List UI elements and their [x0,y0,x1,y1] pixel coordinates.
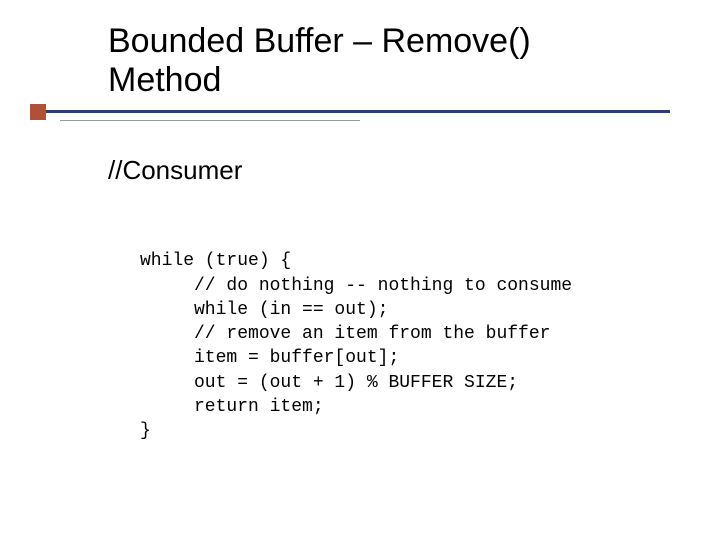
code-line: } [140,421,151,441]
code-line: // remove an item from the buffer [140,324,550,344]
slide-title: Bounded Buffer – Remove() Method [108,22,668,100]
accent-square-icon [30,104,46,120]
code-line: while (in == out); [140,300,388,320]
secondary-underline [60,120,360,121]
slide: Bounded Buffer – Remove() Method //Consu… [0,0,720,540]
code-line: out = (out + 1) % BUFFER SIZE; [140,373,518,393]
code-line: // do nothing -- nothing to consume [140,276,572,296]
code-block: while (true) { // do nothing -- nothing … [140,225,572,468]
title-underline [30,110,670,113]
title-line-1: Bounded Buffer – Remove() [108,22,668,61]
code-line: return item; [140,397,324,417]
code-line: item = buffer[out]; [140,348,399,368]
code-line: while (true) { [140,251,291,271]
title-line-2: Method [108,61,668,100]
subtitle-comment: //Consumer [108,155,242,186]
